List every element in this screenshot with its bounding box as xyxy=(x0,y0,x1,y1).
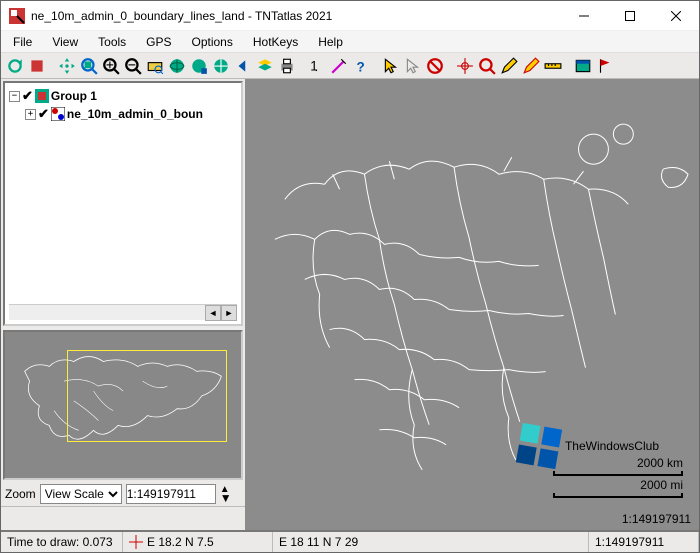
pointer-alt-icon[interactable] xyxy=(403,56,423,76)
measure-icon[interactable] xyxy=(329,56,349,76)
layer-row[interactable]: + ✔ ne_10m_admin_0_boun xyxy=(9,105,237,123)
menu-help[interactable]: Help xyxy=(310,33,351,51)
zoom-mode-select[interactable]: View Scale xyxy=(40,484,122,504)
zoom-tool-icon[interactable] xyxy=(477,56,497,76)
globe-icon[interactable] xyxy=(167,56,187,76)
edit-icon[interactable] xyxy=(499,56,519,76)
group-row[interactable]: − ✔ Group 1 xyxy=(9,87,237,105)
window-title: ne_10m_admin_0_boundary_lines_land - TNT… xyxy=(31,9,561,23)
scale-km: 2000 km xyxy=(553,456,683,470)
scroll-right-icon[interactable]: ► xyxy=(221,305,237,321)
refresh-icon[interactable] xyxy=(5,56,25,76)
svg-text:1: 1 xyxy=(310,58,318,73)
menu-hotkeys[interactable]: HotKeys xyxy=(245,33,306,51)
pointer-icon[interactable] xyxy=(381,56,401,76)
minimize-button[interactable] xyxy=(561,1,607,31)
crosshair-status-icon xyxy=(129,535,143,549)
locator-toolbar xyxy=(1,506,245,530)
menu-gps[interactable]: GPS xyxy=(138,33,179,51)
scroll-left-icon[interactable]: ◄ xyxy=(205,305,221,321)
watermark-text: TheWindowsClub xyxy=(565,439,659,453)
vector-layer-icon xyxy=(51,107,65,121)
pan-icon[interactable] xyxy=(57,56,77,76)
no-entry-icon[interactable] xyxy=(425,56,445,76)
group-icon xyxy=(35,89,49,103)
menu-bar: File View Tools GPS Options HotKeys Help xyxy=(1,31,699,53)
highlight-icon[interactable] xyxy=(521,56,541,76)
main-toolbar: 1 ? xyxy=(1,53,699,79)
menu-options[interactable]: Options xyxy=(184,33,241,51)
svg-text:?: ? xyxy=(357,59,365,74)
close-button[interactable] xyxy=(653,1,699,31)
map-scale-readout: 1:149197911 xyxy=(622,512,691,526)
status-coord-2: E 18 11 N 7 29 xyxy=(273,532,589,552)
map-view[interactable]: TheWindowsClub 2000 km 2000 mi 1:1491979… xyxy=(245,79,699,530)
prev-view-icon[interactable] xyxy=(233,56,253,76)
zoom-in-icon[interactable] xyxy=(101,56,121,76)
locator-view-rect[interactable] xyxy=(67,350,227,442)
layers-icon[interactable] xyxy=(255,56,275,76)
zoom-controls: Zoom View Scale ▲▼ xyxy=(1,482,245,506)
flag-icon[interactable] xyxy=(595,56,615,76)
layer-label: ne_10m_admin_0_boun xyxy=(67,107,203,121)
group-label: Group 1 xyxy=(51,89,97,103)
zoom-layer-icon[interactable] xyxy=(145,56,165,76)
stop-icon[interactable] xyxy=(27,56,47,76)
collapse-icon[interactable]: − xyxy=(9,91,20,102)
globe-snap-icon[interactable] xyxy=(189,56,209,76)
zoom-extents-icon[interactable] xyxy=(79,56,99,76)
menu-file[interactable]: File xyxy=(5,33,40,51)
app-icon xyxy=(9,8,25,24)
scale-bar: 2000 km 2000 mi xyxy=(553,456,683,498)
print-icon[interactable] xyxy=(277,56,297,76)
crosshair-icon[interactable] xyxy=(455,56,475,76)
status-coord-1: E 18.2 N 7.5 xyxy=(123,532,273,552)
menu-view[interactable]: View xyxy=(44,33,86,51)
zoom-out-icon[interactable] xyxy=(123,56,143,76)
globe-grid-icon[interactable] xyxy=(211,56,231,76)
status-bar: Time to draw: 0.073 E 18.2 N 7.5 E 18 11… xyxy=(1,530,699,552)
zoom-label: Zoom xyxy=(5,487,36,501)
window-icon[interactable] xyxy=(573,56,593,76)
ruler-icon[interactable] xyxy=(543,56,563,76)
locator-map[interactable] xyxy=(3,330,243,480)
zoom-value-input[interactable] xyxy=(126,484,216,504)
checkmark-icon[interactable]: ✔ xyxy=(38,106,49,122)
status-scale: 1:149197911 xyxy=(589,532,699,552)
layer-tree[interactable]: − ✔ Group 1 + ✔ ne_10m_admin_0_boun ◄ ► xyxy=(3,81,243,326)
expand-icon[interactable]: + xyxy=(25,109,36,120)
checkmark-icon[interactable]: ✔ xyxy=(22,88,33,104)
help-icon[interactable]: ? xyxy=(351,56,371,76)
status-draw-time: Time to draw: 0.073 xyxy=(1,532,123,552)
zoom-spinner-icon[interactable]: ▲▼ xyxy=(220,486,232,502)
tree-scrollbar[interactable]: ◄ ► xyxy=(9,304,237,320)
maximize-button[interactable] xyxy=(607,1,653,31)
scale-mi: 2000 mi xyxy=(553,478,683,492)
menu-tools[interactable]: Tools xyxy=(90,33,134,51)
title-bar: ne_10m_admin_0_boundary_lines_land - TNT… xyxy=(1,1,699,31)
one-to-one-icon[interactable]: 1 xyxy=(307,56,327,76)
